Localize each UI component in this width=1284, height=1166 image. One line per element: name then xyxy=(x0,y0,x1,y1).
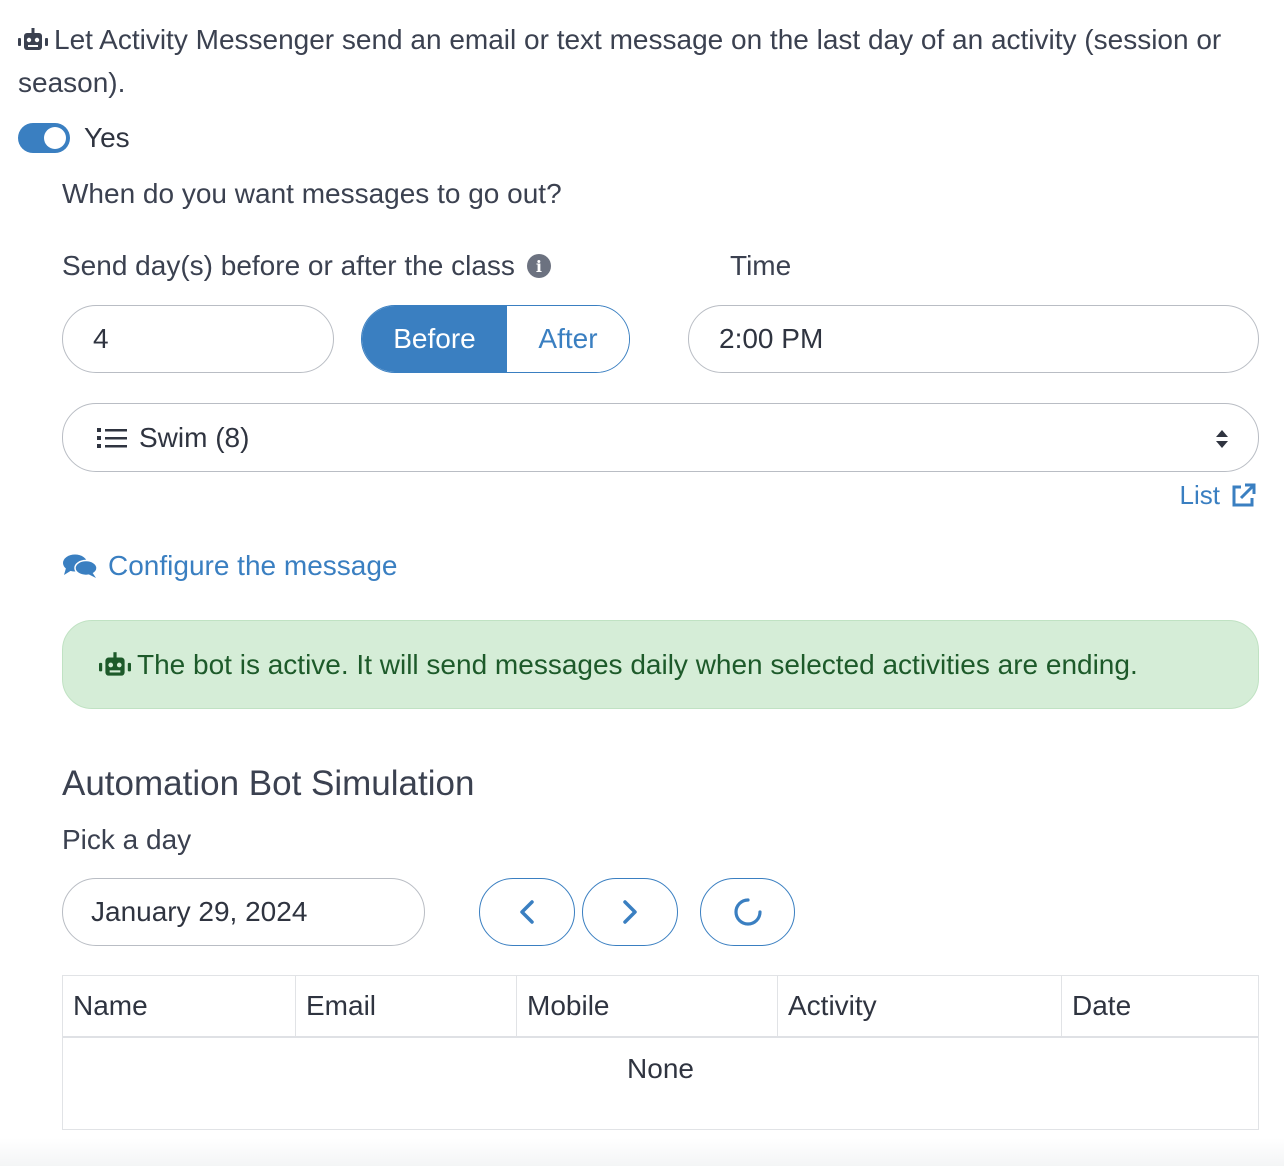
alert-text: The bot is active. It will send messages… xyxy=(137,648,1138,680)
column-header[interactable]: Mobile xyxy=(517,976,778,1036)
days-label-text: Send day(s) before or after the class xyxy=(62,250,515,281)
toggle-label: Yes xyxy=(84,122,130,153)
list-link[interactable]: List xyxy=(1180,480,1256,511)
column-header[interactable]: Date xyxy=(1062,976,1258,1036)
configure-message-label: Configure the message xyxy=(108,550,398,581)
date-input[interactable]: January 29, 2024 xyxy=(62,878,425,946)
column-header[interactable]: Name xyxy=(63,976,296,1036)
list-icon xyxy=(97,427,127,448)
time-label: Time xyxy=(730,250,792,281)
simulation-table: Name Email Mobile Activity Date None xyxy=(62,975,1259,1130)
column-header[interactable]: Activity xyxy=(778,976,1062,1036)
days-label: Send day(s) before or after the class i xyxy=(62,250,551,282)
comments-icon xyxy=(63,554,98,578)
column-header[interactable]: Email xyxy=(296,976,517,1036)
table-header: Name Email Mobile Activity Date xyxy=(63,976,1258,1038)
table-empty-row: None xyxy=(627,1053,694,1084)
pick-day-label: Pick a day xyxy=(62,824,192,855)
refresh-icon xyxy=(733,898,762,926)
days-input[interactable]: 4 xyxy=(62,305,334,373)
toggle-knob xyxy=(44,127,66,149)
robot-icon xyxy=(99,651,131,676)
after-button[interactable]: After xyxy=(507,306,629,372)
list-select-value: Swim (8) xyxy=(139,421,250,453)
list-select[interactable]: Swim (8) xyxy=(62,403,1259,472)
configure-message-link[interactable]: Configure the message xyxy=(62,550,398,582)
intro-text: Let Activity Messenger send an email or … xyxy=(18,18,1258,104)
info-icon[interactable]: i xyxy=(526,254,551,278)
simulation-title: Automation Bot Simulation xyxy=(62,764,475,803)
reset-button[interactable] xyxy=(700,878,795,946)
chevron-left-icon xyxy=(520,900,534,924)
schedule-question: When do you want messages to go out? xyxy=(62,178,562,209)
bottom-fade xyxy=(0,1138,1284,1166)
previous-day-button[interactable] xyxy=(479,878,575,946)
bot-active-alert: The bot is active. It will send messages… xyxy=(62,620,1259,709)
external-link-icon xyxy=(1232,483,1256,506)
chevron-right-icon xyxy=(623,900,637,924)
before-button[interactable]: Before xyxy=(362,306,507,372)
intro-label: Let Activity Messenger send an email or … xyxy=(18,24,1222,98)
next-day-button[interactable] xyxy=(582,878,678,946)
list-link-label: List xyxy=(1179,480,1220,510)
time-input[interactable]: 2:00 PM xyxy=(688,305,1259,373)
robot-icon xyxy=(18,28,48,50)
before-after-toggle: Before After xyxy=(361,305,630,373)
enable-toggle[interactable] xyxy=(18,123,70,153)
sort-caret-icon xyxy=(1216,430,1228,448)
enable-toggle-row[interactable]: Yes xyxy=(18,122,130,154)
